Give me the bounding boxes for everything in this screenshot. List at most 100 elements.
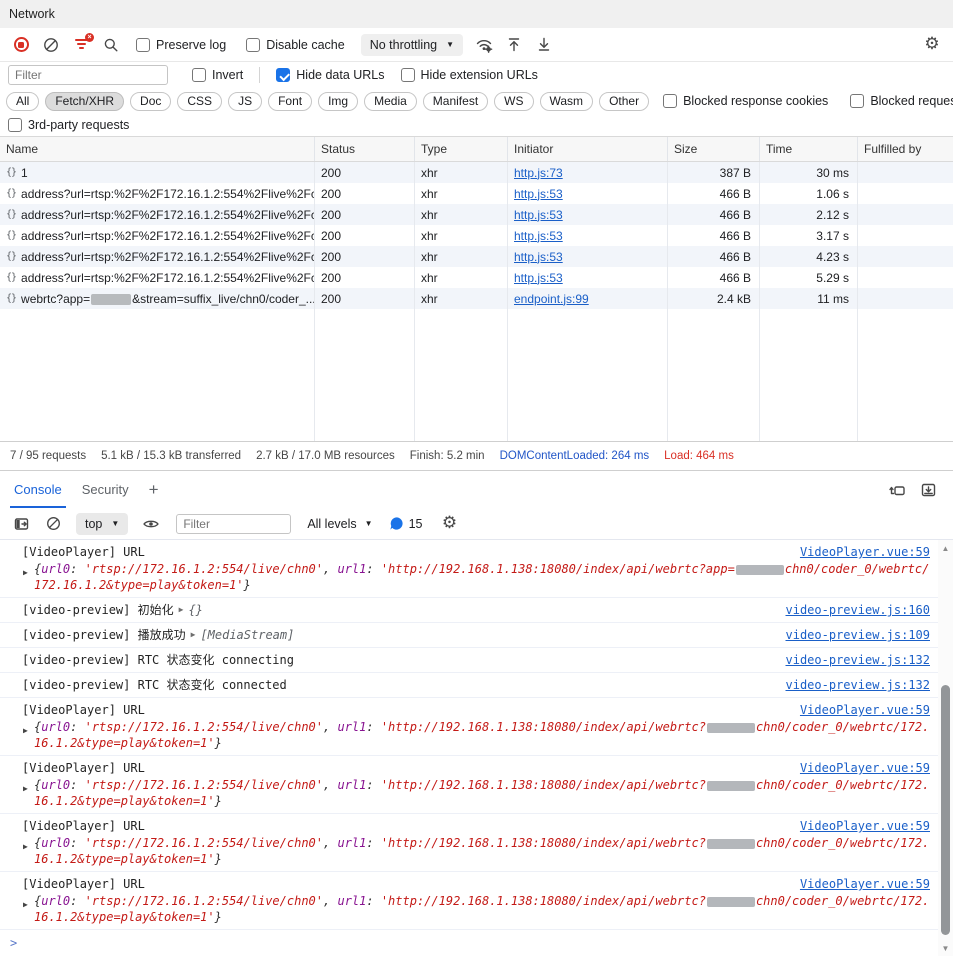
source-link[interactable]: VideoPlayer.vue:59 — [800, 876, 930, 892]
import-har-button[interactable] — [501, 32, 527, 58]
scroll-up-arrow[interactable]: ▲ — [938, 542, 953, 554]
invert-checkbox[interactable]: Invert — [192, 68, 243, 82]
type-filter-chip-font[interactable]: Font — [268, 92, 312, 111]
type-filter-chip-css[interactable]: CSS — [177, 92, 222, 111]
filter-toggle-button[interactable]: × — [68, 32, 94, 58]
log-levels-select[interactable]: All levels ▼ — [307, 517, 372, 531]
throttling-select[interactable]: No throttling ▼ — [361, 34, 463, 56]
hide-extension-urls-checkbox[interactable]: Hide extension URLs — [401, 68, 538, 82]
request-status: 200 — [315, 204, 415, 225]
table-row[interactable]: {}address?url=rtsp:%2F%2F172.16.1.2:554%… — [0, 183, 953, 204]
type-filter-chip-all[interactable]: All — [6, 92, 39, 111]
source-link[interactable]: VideoPlayer.vue:59 — [800, 760, 930, 776]
search-button[interactable] — [98, 32, 124, 58]
console-message-count[interactable]: 15 — [389, 516, 423, 531]
column-header-size[interactable]: Size — [668, 137, 760, 161]
request-type: xhr — [415, 204, 508, 225]
console-settings-button[interactable]: ⚙ — [436, 511, 462, 537]
tab-security[interactable]: Security — [72, 471, 139, 508]
add-tab-button[interactable]: + — [139, 471, 169, 508]
expand-triangle-icon[interactable]: ▶ — [23, 565, 28, 581]
hide-data-urls-box[interactable] — [276, 68, 290, 82]
blocked-requests-box[interactable] — [850, 94, 864, 108]
source-link[interactable]: VideoPlayer.vue:59 — [800, 702, 930, 718]
console-message: [video-preview] RTC 状态变化 connecting vide… — [0, 648, 938, 673]
undock-drawer-icon[interactable] — [889, 482, 906, 498]
network-filter-input[interactable] — [8, 65, 168, 85]
invert-box[interactable] — [192, 68, 206, 82]
blocked-response-cookies-checkbox[interactable]: Blocked response cookies — [663, 94, 828, 108]
console-prompt[interactable]: > — [0, 930, 938, 956]
initiator-link[interactable]: http.js:53 — [514, 229, 563, 243]
third-party-checkbox[interactable]: 3rd-party requests — [8, 118, 129, 132]
expand-triangle-icon[interactable]: ▶ — [23, 839, 28, 855]
request-type: xhr — [415, 162, 508, 183]
live-expression-button[interactable] — [138, 511, 164, 537]
type-filter-chip-manifest[interactable]: Manifest — [423, 92, 488, 111]
record-button[interactable] — [8, 32, 34, 58]
summary-requests: 7 / 95 requests — [10, 450, 86, 462]
console-scrollbar[interactable]: ▲ ▼ — [938, 540, 953, 956]
table-row[interactable]: {}address?url=rtsp:%2F%2F172.16.1.2:554%… — [0, 204, 953, 225]
preserve-log-checkbox[interactable]: Preserve log — [136, 38, 226, 52]
column-header-type[interactable]: Type — [415, 137, 508, 161]
console-sidebar-button[interactable] — [8, 511, 34, 537]
expand-triangle-icon[interactable]: ▶ — [191, 627, 196, 643]
type-filter-chip-other[interactable]: Other — [599, 92, 649, 111]
tab-console[interactable]: Console — [4, 471, 72, 508]
source-link[interactable]: VideoPlayer.vue:59 — [800, 544, 930, 560]
column-header-status[interactable]: Status — [315, 137, 415, 161]
request-icon: {} — [6, 293, 16, 304]
initiator-link[interactable]: http.js:53 — [514, 187, 563, 201]
source-link[interactable]: video-preview.js:109 — [786, 627, 931, 643]
column-header-time[interactable]: Time — [760, 137, 858, 161]
initiator-link[interactable]: http.js:53 — [514, 271, 563, 285]
initiator-link[interactable]: endpoint.js:99 — [514, 292, 589, 306]
context-selector[interactable]: top ▼ — [76, 513, 128, 535]
network-settings-button[interactable]: ⚙ — [919, 32, 945, 58]
window-title: Network — [9, 7, 55, 21]
expand-triangle-icon[interactable]: ▶ — [23, 897, 28, 913]
initiator-link[interactable]: http.js:53 — [514, 208, 563, 222]
scroll-down-arrow[interactable]: ▼ — [938, 942, 953, 954]
initiator-link[interactable]: http.js:73 — [514, 166, 563, 180]
type-filter-chip-doc[interactable]: Doc — [130, 92, 171, 111]
console-clear-button[interactable] — [40, 511, 66, 537]
third-party-box[interactable] — [8, 118, 22, 132]
clear-button[interactable] — [38, 32, 64, 58]
hide-data-urls-checkbox[interactable]: Hide data URLs — [276, 68, 384, 82]
hide-extension-urls-box[interactable] — [401, 68, 415, 82]
source-link[interactable]: video-preview.js:160 — [786, 602, 931, 618]
expand-triangle-icon[interactable]: ▶ — [23, 781, 28, 797]
scrollbar-thumb[interactable] — [941, 685, 950, 935]
console-filter-input[interactable] — [176, 514, 291, 534]
type-filter-chip-js[interactable]: JS — [228, 92, 262, 111]
blocked-response-cookies-box[interactable] — [663, 94, 677, 108]
type-filter-chip-wasm[interactable]: Wasm — [540, 92, 594, 111]
column-header-name[interactable]: Name — [0, 137, 315, 161]
table-row[interactable]: {}webrtc?app=&stream=suffix_live/chn0/co… — [0, 288, 953, 309]
table-row[interactable]: {}address?url=rtsp:%2F%2F172.16.1.2:554%… — [0, 225, 953, 246]
expand-triangle-icon[interactable]: ▶ — [179, 602, 184, 618]
source-link[interactable]: video-preview.js:132 — [786, 677, 931, 693]
table-row[interactable]: {}1 200 xhr http.js:73 387 B 30 ms — [0, 162, 953, 183]
table-row[interactable]: {}address?url=rtsp:%2F%2F172.16.1.2:554%… — [0, 267, 953, 288]
dock-drawer-icon[interactable] — [920, 482, 937, 498]
initiator-link[interactable]: http.js:53 — [514, 250, 563, 264]
type-filter-chip-fetch-xhr[interactable]: Fetch/XHR — [45, 92, 124, 111]
column-header-initiator[interactable]: Initiator — [508, 137, 668, 161]
type-filter-chip-img[interactable]: Img — [318, 92, 358, 111]
table-row[interactable]: {}address?url=rtsp:%2F%2F172.16.1.2:554%… — [0, 246, 953, 267]
expand-triangle-icon[interactable]: ▶ — [23, 723, 28, 739]
preserve-log-box[interactable] — [136, 38, 150, 52]
blocked-requests-checkbox[interactable]: Blocked requests — [850, 94, 953, 108]
disable-cache-box[interactable] — [246, 38, 260, 52]
disable-cache-checkbox[interactable]: Disable cache — [246, 38, 345, 52]
column-header-fulfilled-by[interactable]: Fulfilled by — [858, 137, 953, 161]
export-har-button[interactable] — [531, 32, 557, 58]
type-filter-chip-media[interactable]: Media — [364, 92, 417, 111]
source-link[interactable]: VideoPlayer.vue:59 — [800, 818, 930, 834]
source-link[interactable]: video-preview.js:132 — [786, 652, 931, 668]
type-filter-chip-ws[interactable]: WS — [494, 92, 533, 111]
network-conditions-button[interactable] — [471, 32, 497, 58]
